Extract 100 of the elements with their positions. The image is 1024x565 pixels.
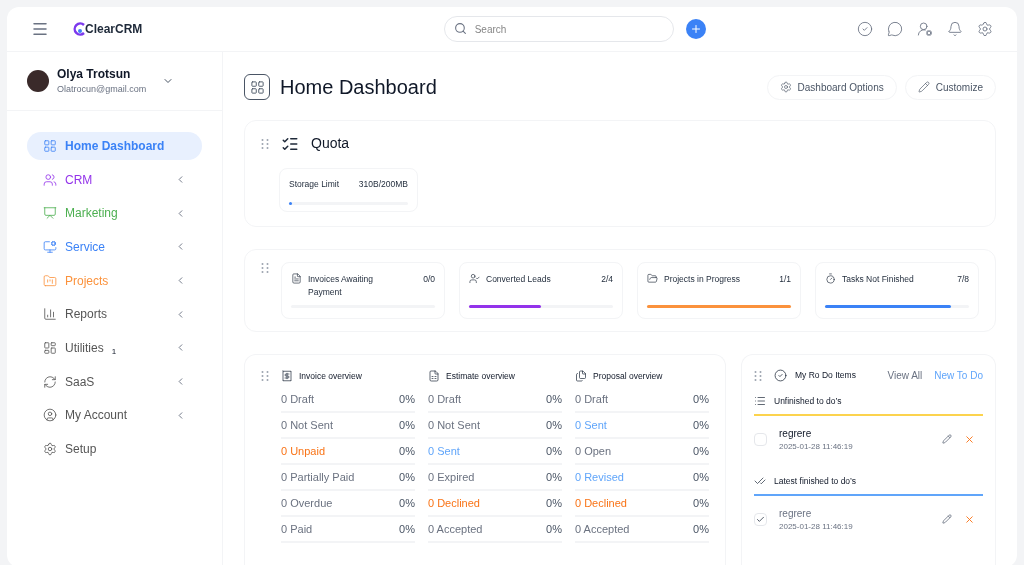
status-label: 0 Expired	[428, 469, 475, 485]
pencil-icon	[917, 81, 930, 93]
menu-item-icon	[43, 239, 57, 254]
menu-item-icon	[43, 273, 57, 288]
todo-text: regrere	[779, 506, 813, 521]
delete-icon[interactable]	[964, 513, 975, 525]
avatar	[27, 70, 49, 92]
status-label: 0 Not Sent	[281, 417, 333, 433]
status-percent: 0%	[546, 521, 562, 537]
drag-handle-icon[interactable]	[261, 370, 269, 382]
delete-icon[interactable]	[964, 433, 975, 445]
menu-item-icon	[43, 408, 57, 423]
search-icon	[453, 22, 467, 36]
status-percent: 0%	[546, 417, 562, 433]
card-title: Quota	[311, 134, 350, 153]
stat-label: Converted Leads	[486, 273, 552, 286]
overview-title: Invoice overview	[299, 370, 362, 383]
user-clock-icon[interactable]	[917, 21, 933, 37]
logo-text: ClearCRM	[85, 21, 143, 38]
status-label: 0 Accepted	[428, 521, 483, 537]
page-title: Home Dashboard	[280, 75, 438, 100]
status-percent: 0%	[399, 495, 415, 511]
drag-handle-icon[interactable]	[261, 137, 269, 150]
todo-checkbox[interactable]	[754, 512, 767, 526]
status-label: 0 Revised	[575, 469, 624, 485]
status-label: 0 Overdue	[281, 495, 333, 511]
user-name: Olya Trotsun	[57, 66, 132, 84]
chat-icon[interactable]	[887, 21, 903, 37]
status-label: 0 Declined	[428, 495, 480, 511]
status-label: 0 Accepted	[575, 521, 630, 537]
quota-label: Storage Limit	[289, 178, 340, 191]
todo-date: 2025-01-28 11:46:19	[779, 440, 854, 453]
menu-item-icon	[43, 307, 57, 322]
stat-label: Invoices Awaiting Payment	[308, 273, 375, 299]
stat-icon	[825, 273, 836, 284]
search-field[interactable]: Search	[443, 16, 674, 43]
sidebar-item[interactable]: Reports	[27, 300, 202, 329]
status-percent: 0%	[546, 391, 562, 407]
count-label: 1	[111, 345, 117, 358]
status-percent: 0%	[693, 391, 709, 407]
status-label: 0 Not Sent	[428, 417, 480, 433]
edit-icon[interactable]	[942, 434, 952, 445]
user-email: Olatrocun@gmail.com	[57, 83, 148, 97]
stat-icon	[469, 273, 480, 284]
logo-icon	[73, 22, 87, 36]
status-label: 0 Draft	[575, 391, 608, 407]
dashboard-icon	[244, 74, 270, 100]
status-percent: 0%	[546, 495, 562, 511]
quota-reading: 310B/200MB	[358, 178, 408, 191]
list-icon	[754, 395, 766, 408]
status-percent: 0%	[546, 469, 562, 485]
section-title: Latest finished to do’s	[774, 474, 857, 488]
stat-label: Tasks Not Finished	[842, 273, 915, 286]
sidebar-item[interactable]: Setup	[27, 435, 202, 463]
todo-text: regrere	[779, 426, 813, 441]
menu-item-icon	[43, 206, 57, 221]
menu-item-icon	[43, 374, 57, 389]
plus-icon	[689, 23, 702, 35]
status-percent: 0%	[399, 469, 415, 485]
status-percent: 0%	[546, 443, 562, 459]
status-percent: 0%	[693, 417, 709, 433]
drag-handle-icon[interactable]	[754, 369, 762, 382]
card-title: My Ro Do Items	[795, 369, 857, 382]
drag-handle-icon[interactable]	[261, 262, 269, 274]
status-percent: 0%	[399, 443, 415, 459]
edit-icon[interactable]	[942, 514, 952, 524]
view-all-link[interactable]: View All	[887, 368, 923, 383]
stat-reading: 7/8	[957, 273, 969, 286]
sidebar-item[interactable]: My Account	[27, 401, 202, 430]
status-label: 0 Declined	[575, 495, 627, 511]
sidebar-item[interactable]: CRM	[27, 165, 202, 194]
status-label: 0 Unpaid	[281, 443, 326, 459]
menu-item-icon	[43, 442, 57, 457]
sidebar-item[interactable]: Utilities 1	[27, 334, 202, 362]
stat-icon	[291, 273, 302, 284]
status-percent: 0%	[693, 495, 709, 511]
overview-title: Proposal overview	[593, 370, 663, 383]
sidebar-item[interactable]: Service	[27, 233, 202, 261]
sidebar-item[interactable]: SaaS	[27, 367, 202, 396]
check-circle-icon[interactable]	[857, 21, 873, 37]
status-label: 0 Draft	[281, 391, 314, 407]
menu-icon[interactable]	[31, 20, 49, 38]
gear-icon	[779, 81, 792, 93]
menu-item-icon	[43, 138, 57, 153]
status-percent: 0%	[693, 443, 709, 459]
stat-icon	[647, 273, 658, 284]
notifications-icon[interactable]	[947, 21, 963, 37]
add-button[interactable]	[685, 19, 706, 39]
settings-icon[interactable]	[977, 21, 993, 37]
status-label: 0 Sent	[428, 443, 460, 459]
overview-icon	[575, 370, 587, 383]
status-percent: 0%	[693, 469, 709, 485]
status-percent: 0%	[399, 521, 415, 537]
status-label: 0 Partially Paid	[281, 469, 355, 485]
check-circle-icon	[774, 369, 787, 382]
overview-icon	[281, 370, 293, 383]
status-label: 0 Paid	[281, 521, 313, 537]
todo-checkbox[interactable]	[754, 432, 767, 446]
stat-reading: 1/1	[779, 273, 791, 286]
todo-date: 2025-01-28 11:46:19	[779, 520, 854, 533]
